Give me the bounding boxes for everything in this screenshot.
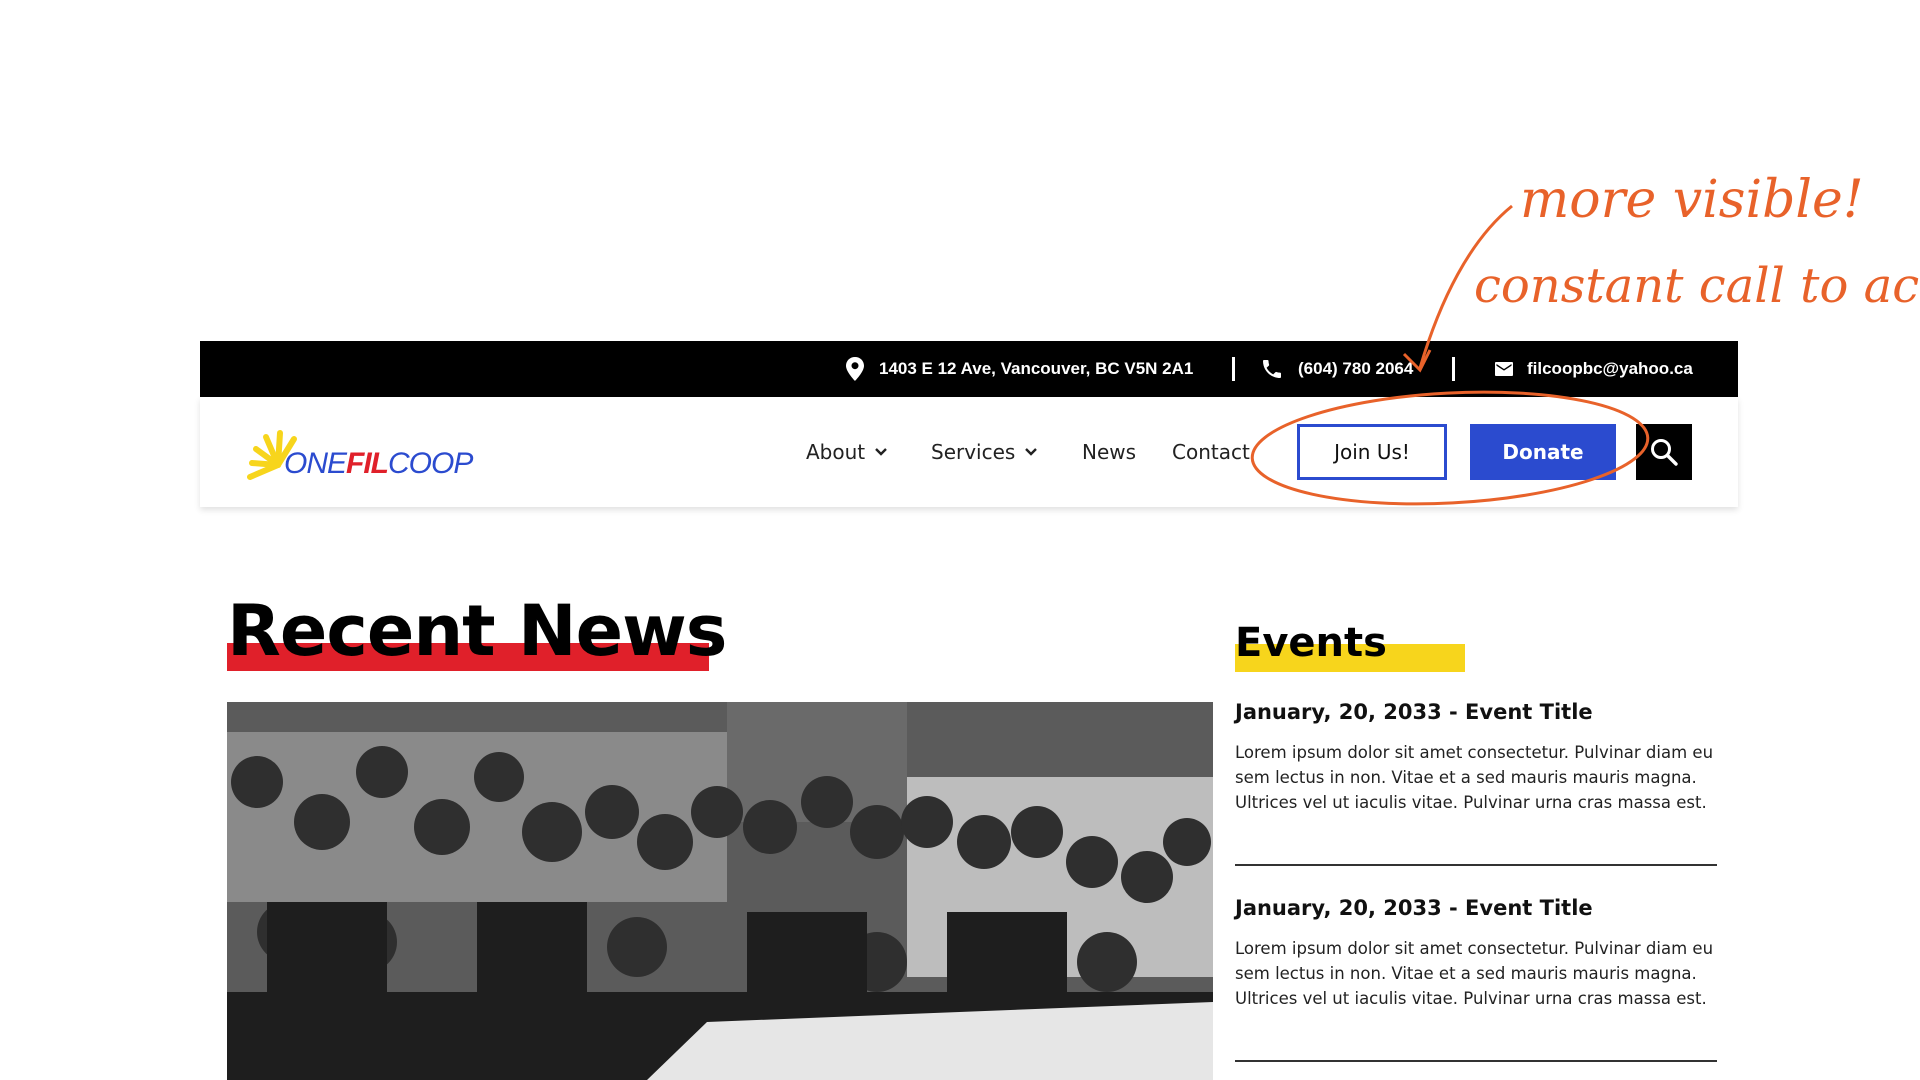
annotation-more-visible: more visible! bbox=[1520, 170, 1864, 230]
mail-icon bbox=[1495, 362, 1513, 376]
group-photo-image bbox=[227, 702, 1213, 1080]
address-text: 1403 E 12 Ave, Vancouver, BC V5N 2A1 bbox=[879, 359, 1194, 378]
nav-about-label: About bbox=[806, 440, 866, 464]
address-item[interactable]: 1403 E 12 Ave, Vancouver, BC V5N 2A1 bbox=[845, 341, 1193, 397]
chevron-down-icon bbox=[875, 448, 887, 456]
donate-button[interactable]: Donate bbox=[1470, 424, 1616, 480]
onefilcoop-logo[interactable]: ONEFILCOOP bbox=[242, 425, 502, 481]
search-icon bbox=[1651, 439, 1678, 466]
event-description: Lorem ipsum dolor sit amet consectetur. … bbox=[1235, 939, 1714, 1008]
nav-services[interactable]: Services bbox=[931, 397, 1038, 507]
phone-icon bbox=[1263, 360, 1281, 378]
email-item[interactable]: filcoopbc@yahoo.ca bbox=[1495, 341, 1693, 397]
logo-coop: COOP bbox=[388, 447, 473, 480]
location-pin-icon bbox=[846, 357, 864, 381]
search-button[interactable] bbox=[1636, 424, 1692, 480]
event-item[interactable]: January, 20, 2033 - Event Title Lorem ip… bbox=[1235, 896, 1717, 1062]
join-us-button[interactable]: Join Us! bbox=[1297, 424, 1447, 480]
divider bbox=[1232, 357, 1235, 381]
event-title[interactable]: January, 20, 2033 - Event Title bbox=[1235, 896, 1717, 920]
annotation-call-to-action: constant call to action bbox=[1474, 258, 1920, 314]
nav-services-label: Services bbox=[931, 440, 1016, 464]
news-photo[interactable] bbox=[227, 702, 1213, 1080]
email-text: filcoopbc@yahoo.ca bbox=[1527, 359, 1693, 378]
logo-one: ONE bbox=[284, 447, 347, 480]
event-divider bbox=[1235, 1060, 1717, 1062]
events-heading: Events bbox=[1235, 620, 1387, 666]
event-description: Lorem ipsum dolor sit amet consectetur. … bbox=[1235, 743, 1714, 812]
recent-news-heading: Recent News bbox=[227, 590, 727, 672]
phone-text: (604) 780 2064 bbox=[1298, 359, 1414, 378]
nav-contact-label: Contact bbox=[1172, 440, 1250, 464]
logo-wordmark: ONEFILCOOP bbox=[284, 447, 473, 481]
phone-item[interactable]: (604) 780 2064 bbox=[1260, 341, 1413, 397]
divider bbox=[1452, 357, 1455, 381]
nav-about[interactable]: About bbox=[806, 397, 887, 507]
top-info-bar: 1403 E 12 Ave, Vancouver, BC V5N 2A1 (60… bbox=[200, 341, 1738, 397]
logo-fil: FIL bbox=[346, 447, 389, 480]
nav-news[interactable]: News bbox=[1082, 397, 1136, 507]
chevron-down-icon bbox=[1025, 448, 1038, 456]
nav-contact[interactable]: Contact bbox=[1172, 397, 1250, 507]
site-header: ONEFILCOOP About Services News Contact J… bbox=[200, 397, 1738, 507]
event-divider bbox=[1235, 864, 1717, 866]
event-item[interactable]: January, 20, 2033 - Event Title Lorem ip… bbox=[1235, 700, 1717, 866]
event-title[interactable]: January, 20, 2033 - Event Title bbox=[1235, 700, 1717, 724]
nav-news-label: News bbox=[1082, 440, 1137, 464]
